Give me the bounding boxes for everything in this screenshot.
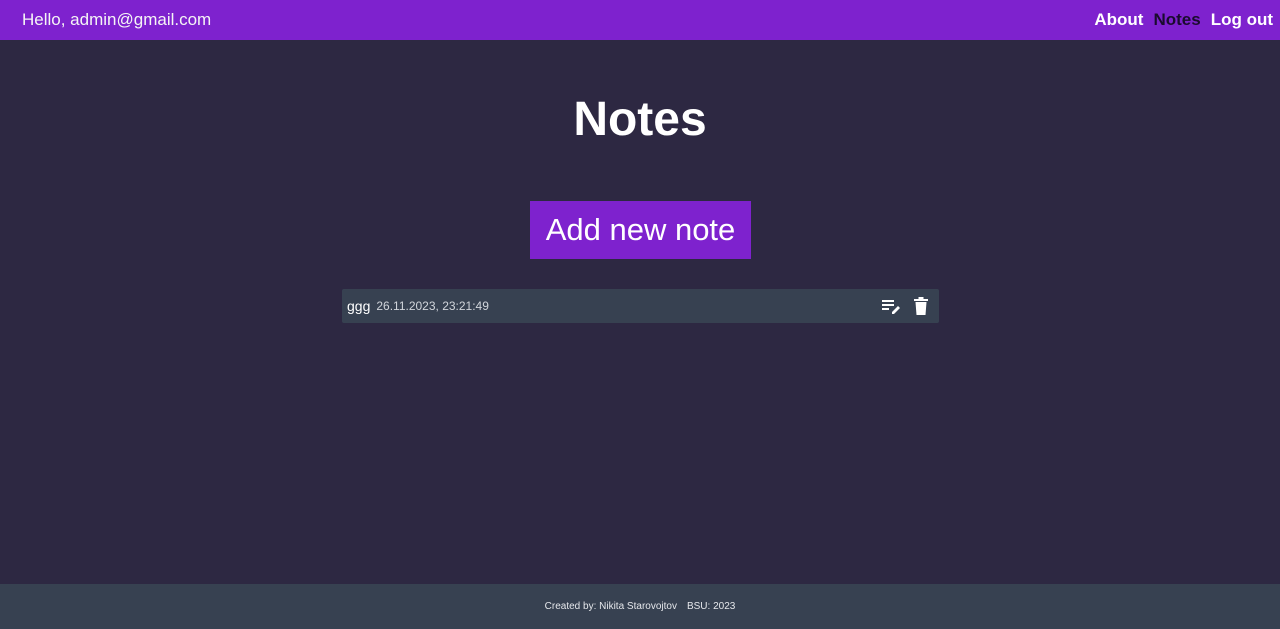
page-title: Notes [573,93,707,146]
note-date: 26.11.2023, 23:21:49 [376,299,489,313]
trash-icon[interactable] [911,296,931,316]
nav-logout-link[interactable]: Log out [1211,10,1273,30]
edit-icon[interactable] [881,296,901,316]
note-actions [881,296,931,316]
user-greeting: Hello, admin@gmail.com [22,10,212,29]
add-note-button[interactable]: Add new note [530,201,751,259]
footer: Created by: Nikita Starovojtov BSU: 2023 [0,584,1280,629]
top-bar: Hello, admin@gmail.com About Notes Log o… [0,0,1280,40]
note-item: ggg 26.11.2023, 23:21:49 [342,289,939,323]
footer-credit: Created by: Nikita Starovojtov [544,601,677,612]
main-nav: About Notes Log out [1094,10,1273,30]
notes-list: ggg 26.11.2023, 23:21:49 [342,289,939,323]
footer-org: BSU: 2023 [686,601,736,612]
nav-about-link[interactable]: About [1094,10,1143,30]
nav-notes-link[interactable]: Notes [1153,10,1200,30]
note-title: ggg [347,298,371,314]
